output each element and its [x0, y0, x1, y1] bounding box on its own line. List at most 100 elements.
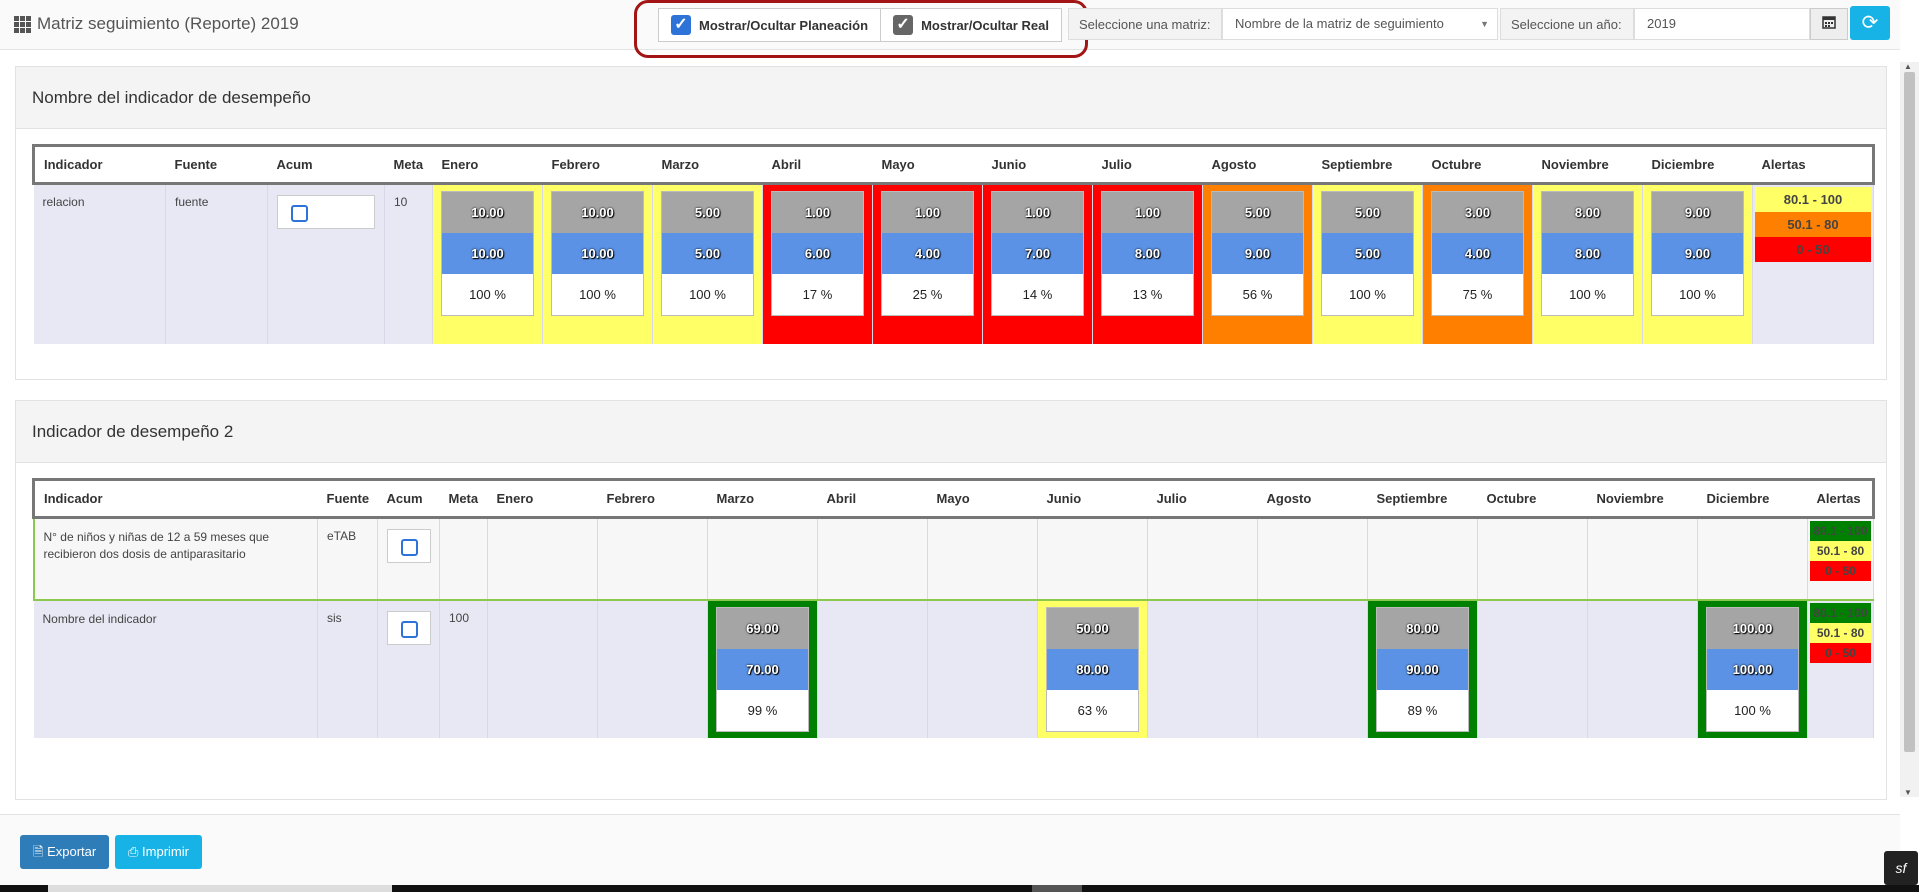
indicator-goal: [439, 517, 488, 600]
real-value: 10.00: [442, 233, 533, 274]
indicator-source: eTAB: [317, 517, 378, 600]
column-header-mayo: Mayo: [927, 478, 1038, 519]
indicator-source: sis: [317, 599, 378, 738]
alert-range: 0 - 50: [1810, 561, 1871, 581]
percent-value: 100 %: [1322, 274, 1413, 315]
month-cell: [1257, 517, 1368, 600]
indicator-table-1: Indicador Fuente Acum Meta Enero Febrero Marzo…: [32, 144, 1875, 344]
refresh-button[interactable]: ⟳: [1850, 6, 1890, 40]
percent-value: 63 %: [1047, 689, 1138, 731]
real-value: 10.00: [552, 233, 643, 274]
checkbox-icon[interactable]: [401, 539, 418, 556]
indicator-name: relacion: [33, 183, 166, 344]
indicator-source: fuente: [165, 183, 268, 344]
checkbox-checked-icon[interactable]: ✓: [893, 15, 914, 35]
month-cell: [1147, 517, 1258, 600]
calendar-button[interactable]: [1810, 8, 1848, 40]
acum-checkbox[interactable]: [387, 610, 431, 645]
panel-indicator-1: Nombre del indicador de desempeño Indica…: [15, 66, 1887, 380]
month-cell: [1477, 517, 1588, 600]
alert-range: 80.1 - 100: [1810, 521, 1871, 541]
month-cell: [1367, 517, 1478, 600]
value-cell: 69.00 70.00 99 %: [716, 606, 809, 732]
symfony-icon[interactable]: sf: [1884, 851, 1918, 885]
indicator-table-2: Indicador Fuente Acum Meta Enero Febrero Marzo…: [32, 478, 1875, 738]
year-input[interactable]: 2019: [1634, 8, 1810, 40]
planned-value: 1.00: [882, 192, 973, 233]
scroll-down-icon[interactable]: ▼: [1904, 788, 1912, 797]
grid-menu-icon[interactable]: [14, 15, 31, 33]
value-cell: 1.00 8.00 13 %: [1101, 191, 1194, 316]
real-value: 70.00: [717, 648, 808, 690]
alert-range: 0 - 50: [1810, 642, 1871, 663]
app-title-area: Matriz seguimiento (Reporte) 2019: [14, 14, 299, 34]
checkbox-icon[interactable]: [401, 620, 418, 638]
alert-range: 50.1 - 80: [1810, 622, 1871, 643]
toggle-planeacion[interactable]: ✓ Mostrar/Ocultar Planeación: [659, 9, 882, 41]
real-value: 4.00: [1432, 233, 1523, 274]
print-icon: ⎙: [128, 844, 139, 859]
percent-value: 99 %: [717, 689, 808, 731]
column-header-febrero: Febrero: [597, 478, 708, 519]
value-cell: 10.00 10.00 100 %: [551, 191, 644, 316]
column-header-agosto: Agosto: [1202, 144, 1313, 185]
checkbox-checked-icon[interactable]: ✓: [671, 15, 691, 35]
planned-value: 5.00: [662, 192, 753, 233]
alerts-cell: 80.1 - 100 50.1 - 80 0 - 50: [1807, 599, 1874, 738]
month-cell: 3.00 4.00 75 %: [1422, 183, 1533, 344]
checkbox-icon[interactable]: [291, 205, 308, 222]
chevron-down-icon: ▼: [1480, 19, 1489, 29]
scrollbar-thumb[interactable]: [1904, 72, 1915, 752]
acum-cell: [377, 599, 440, 738]
column-header-meta: Meta: [384, 144, 433, 185]
percent-value: 89 %: [1377, 689, 1468, 731]
percent-value: 75 %: [1432, 274, 1523, 315]
column-header-diciembre: Diciembre: [1642, 144, 1753, 185]
month-cell: [1147, 599, 1258, 738]
column-header-octubre: Octubre: [1422, 144, 1533, 185]
bottom-bar-segment: [1032, 885, 1082, 892]
month-cell: [927, 517, 1038, 600]
percent-value: 56 %: [1212, 274, 1303, 315]
column-header-diciembre: Diciembre: [1697, 478, 1808, 519]
planned-value: 1.00: [772, 192, 863, 233]
matrix-select[interactable]: Nombre de la matriz de seguimiento ▼: [1222, 8, 1498, 40]
month-cell: 100.00 100.00 100 %: [1697, 599, 1808, 738]
toggle-planeacion-label: Mostrar/Ocultar Planeación: [699, 17, 869, 33]
column-header-meta: Meta: [439, 478, 488, 519]
indicator-goal: 100: [439, 599, 488, 738]
column-header-acum: Acum: [267, 144, 385, 185]
column-header-acum: Acum: [377, 478, 440, 519]
value-cell: 100.00 100.00 100 %: [1706, 606, 1799, 732]
value-cell: 9.00 9.00 100 %: [1651, 191, 1744, 316]
month-cell: [1257, 599, 1368, 738]
month-cell: 10.00 10.00 100 %: [432, 183, 543, 344]
planned-value: 1.00: [1102, 192, 1193, 233]
panel-title: Nombre del indicador de desempeño: [16, 67, 1886, 129]
refresh-icon: ⟳: [1861, 12, 1879, 34]
month-cell: [1587, 599, 1698, 738]
toggle-real[interactable]: ✓ Mostrar/Ocultar Real: [881, 9, 1061, 41]
real-value: 6.00: [772, 233, 863, 274]
real-value: 5.00: [1322, 233, 1413, 274]
vertical-scrollbar[interactable]: ▲ ▼: [1900, 62, 1919, 797]
panel-indicator-2: Indicador de desempeño 2 Indicador Fuente…: [15, 400, 1887, 800]
acum-checkbox[interactable]: [277, 195, 375, 229]
month-cell: 1.00 8.00 13 %: [1092, 183, 1203, 344]
value-cell: 5.00 5.00 100 %: [661, 191, 754, 316]
print-button[interactable]: ⎙ Imprimir: [115, 835, 202, 869]
planned-value: 5.00: [1322, 192, 1413, 233]
month-cell: 50.00 80.00 63 %: [1037, 599, 1148, 738]
year-select-label: Seleccione un año:: [1500, 8, 1634, 40]
scroll-up-icon[interactable]: ▲: [1904, 62, 1912, 71]
alert-range: 80.1 - 100: [1755, 187, 1871, 212]
real-value: 8.00: [1542, 233, 1633, 274]
matrix-select-label: Seleccione una matriz:: [1068, 8, 1222, 40]
acum-checkbox[interactable]: [387, 529, 431, 563]
month-cell: 9.00 9.00 100 %: [1642, 183, 1753, 344]
bottom-bar: [0, 885, 1919, 892]
export-button[interactable]: 🗎 Exportar: [20, 835, 110, 869]
column-header-agosto: Agosto: [1257, 478, 1368, 519]
export-button-label: Exportar: [47, 844, 97, 859]
month-cell: 80.00 90.00 89 %: [1367, 599, 1478, 738]
